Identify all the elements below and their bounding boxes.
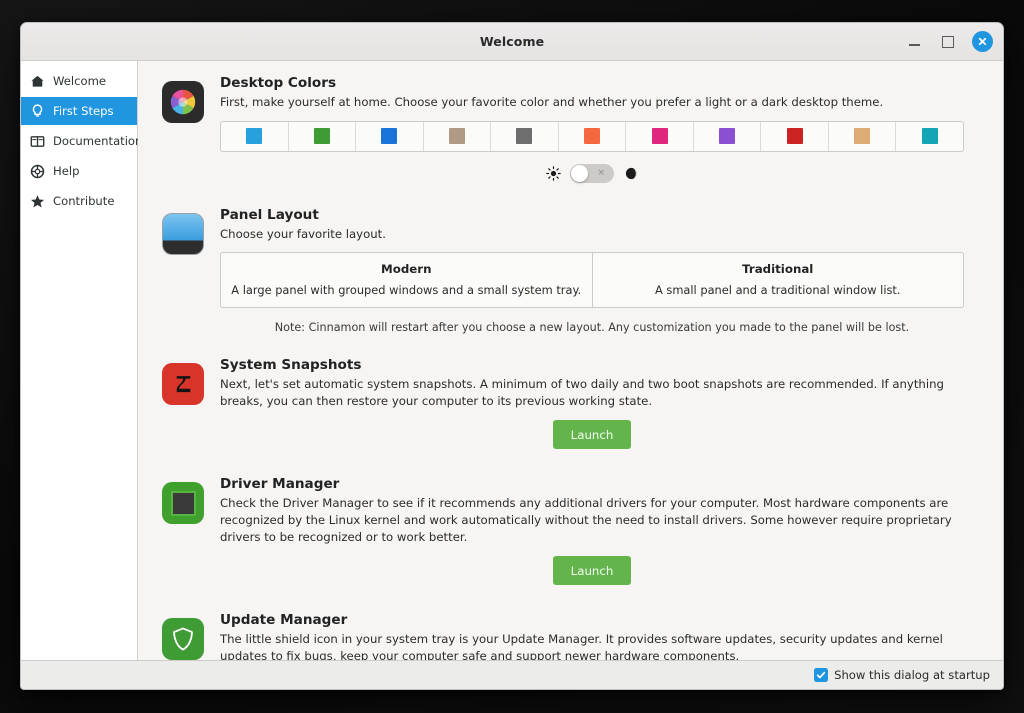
maximize-button[interactable] (938, 32, 958, 52)
sidebar-item-label: First Steps (53, 104, 114, 118)
section-title: Driver Manager (220, 476, 340, 493)
color-swatch-sand[interactable] (829, 121, 897, 151)
color-swatch-teal[interactable] (896, 122, 963, 151)
sidebar-item-contribute[interactable]: Contribute (21, 187, 137, 215)
panel-layout-options: Modern A large panel with grouped window… (220, 252, 964, 309)
swatch-chip (516, 128, 533, 145)
content-area: Desktop Colors First, make yourself at h… (138, 61, 1003, 660)
color-swatch-pink[interactable] (626, 121, 694, 151)
title-bar: Welcome (21, 23, 1003, 61)
color-swatch-green[interactable] (289, 121, 357, 151)
section-title: System Snapshots (220, 357, 362, 374)
moon-icon (623, 165, 639, 181)
swatch-chip (854, 128, 871, 145)
swatch-chip (313, 128, 330, 145)
timeshift-icon (162, 363, 204, 406)
lifebuoy-icon (30, 164, 45, 179)
sidebar-item-help[interactable]: Help (21, 157, 137, 185)
section-description: First, make yourself at home. Choose you… (220, 95, 884, 109)
window-body: Welcome First Steps Documentation Help C… (21, 61, 1003, 660)
section-title: Panel Layout (220, 206, 319, 223)
sidebar-item-label: Documentation (53, 134, 143, 148)
layout-option-description: A small panel and a traditional window l… (654, 283, 901, 298)
sidebar-item-documentation[interactable]: Documentation (21, 127, 142, 155)
driver-manager-icon (162, 482, 204, 525)
swatch-chip (651, 128, 668, 145)
window-controls (904, 23, 993, 60)
color-swatch-row (220, 120, 964, 152)
theme-toggle-row: × (220, 163, 964, 183)
sidebar-item-welcome[interactable]: Welcome (21, 67, 137, 95)
minimize-button[interactable] (904, 32, 924, 52)
window-title: Welcome (479, 34, 545, 49)
sidebar-item-first-steps[interactable]: First Steps (21, 97, 137, 125)
layout-option-name: Modern (380, 262, 432, 277)
desktop-colors-icon (162, 81, 204, 123)
section-system-snapshots: System Snapshots Next, let's set automat… (162, 357, 981, 453)
swatch-chip (786, 128, 803, 145)
section-description: The little shield icon in your system tr… (220, 632, 943, 660)
sidebar: Welcome First Steps Documentation Help C… (21, 61, 142, 660)
section-desktop-colors: Desktop Colors First, make yourself at h… (162, 75, 981, 187)
sun-icon (545, 165, 561, 181)
color-swatch-grey[interactable] (491, 121, 559, 151)
swatch-chip (448, 128, 465, 145)
section-update-manager: Update Manager The little shield icon in… (162, 612, 981, 660)
section-description: Choose your favorite layout. (220, 226, 386, 241)
panel-layout-icon (162, 212, 204, 255)
update-manager-icon (162, 618, 204, 660)
show-at-startup-checkbox[interactable] (814, 668, 829, 682)
color-swatch-orange[interactable] (559, 121, 627, 151)
section-title: Update Manager (220, 612, 348, 629)
swatch-chip (381, 128, 398, 145)
color-swatch-red[interactable] (761, 121, 829, 151)
section-title: Desktop Colors (220, 75, 337, 91)
show-at-startup-label[interactable]: Show this dialog at startup (834, 668, 990, 682)
swatch-chip (584, 128, 600, 145)
layout-option-traditional[interactable]: Traditional A small panel and a traditio… (593, 253, 964, 307)
welcome-window: Welcome Welcome First Steps Documentatio… (20, 22, 1004, 690)
layout-option-description: A large panel with grouped windows and a… (231, 283, 582, 298)
launch-button-system-snapshots[interactable]: Launch (552, 420, 632, 450)
chip-glyph (170, 490, 196, 516)
layout-option-modern[interactable]: Modern A large panel with grouped window… (221, 253, 593, 308)
home-icon (30, 74, 45, 89)
section-panel-layout: Panel Layout Choose your favorite layout… (162, 207, 981, 339)
close-button[interactable] (972, 31, 993, 52)
color-swatch-grey-warm[interactable] (424, 121, 492, 151)
color-swatch-blue-sky[interactable] (221, 121, 289, 151)
color-swatch-purple[interactable] (694, 121, 762, 151)
theme-toggle-switch[interactable]: × (570, 163, 614, 183)
toggle-off-mark: × (597, 168, 605, 179)
sidebar-item-label: Contribute (53, 194, 115, 208)
sidebar-item-label: Help (53, 164, 80, 178)
section-description: Next, let's set automatic system snapsho… (220, 377, 944, 408)
lightbulb-icon (30, 103, 45, 119)
book-icon (30, 134, 45, 149)
layout-option-name: Traditional (742, 262, 814, 277)
section-description: Check the Driver Manager to see if it re… (220, 496, 952, 544)
swatch-chip (921, 128, 938, 145)
star-icon (30, 194, 45, 209)
toggle-knob (571, 164, 588, 182)
status-bar: Show this dialog at startup (21, 660, 1003, 689)
launch-button-driver-manager[interactable]: Launch (552, 556, 632, 586)
sidebar-item-label: Welcome (53, 74, 107, 88)
color-swatch-blue[interactable] (356, 121, 424, 151)
section-driver-manager: Driver Manager Check the Driver Manager … (162, 476, 981, 589)
panel-layout-note: Note: Cinnamon will restart after you ch… (274, 321, 910, 335)
swatch-chip (246, 128, 263, 145)
swatch-chip (719, 128, 736, 145)
